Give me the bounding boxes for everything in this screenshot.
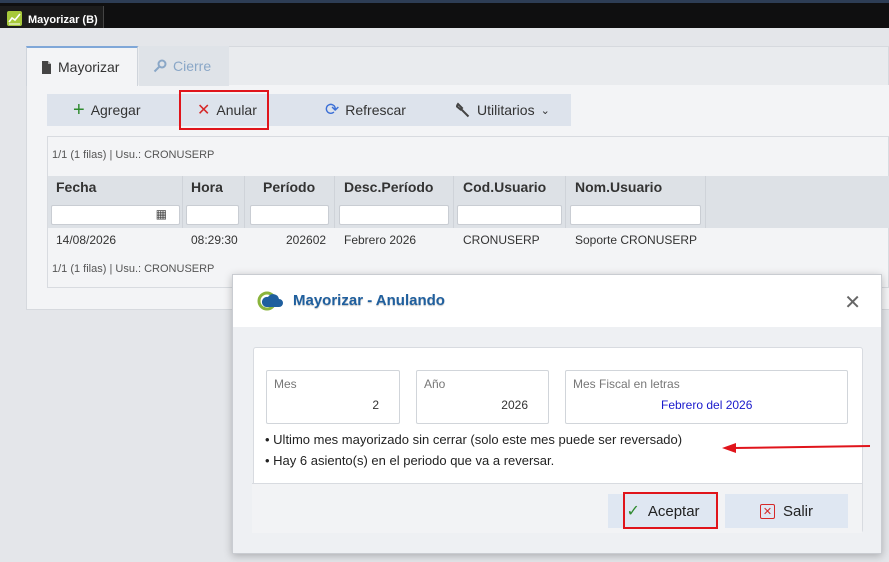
column-header-hora[interactable]: Hora [191,179,223,195]
anular-highlight [179,90,269,130]
utilities-button-label: Utilitarios [477,102,535,118]
filter-nom-usuario[interactable] [570,205,701,225]
document-icon [42,60,51,74]
tab-cierre[interactable]: Cierre [139,46,229,86]
cell-hora[interactable]: 08:29:30 [191,233,238,247]
grid-info-top: 1/1 (1 filas) | Usu.: CRONUSERP [52,149,215,161]
app-chart-icon [7,11,22,26]
close-box-icon: ✕ [759,503,775,519]
window-titlebar: Mayorizar (B) [0,0,889,28]
refresh-button-label: Refrescar [345,102,406,118]
column-header-desc-periodo[interactable]: Desc.Período [344,179,433,195]
filter-hora[interactable] [186,205,239,225]
chevron-down-icon: ⌄ [540,104,550,117]
message-asientos: • Hay 6 asiento(s) en el periodo que va … [265,453,555,468]
column-header-fecha[interactable]: Fecha [56,179,96,195]
filter-desc-periodo[interactable] [339,205,449,225]
cell-periodo[interactable]: 202602 [286,233,326,247]
anio-label: Año [424,377,446,391]
utilities-button[interactable]: Utilitarios ⌄ [455,94,550,126]
filter-cod-usuario[interactable] [457,205,562,225]
message-ultimo-mes: • Ultimo mes mayorizado sin cerrar (solo… [265,432,683,447]
column-header-cod-usuario[interactable]: Cod.Usuario [463,179,546,195]
cell-fecha[interactable]: 14/08/2026 [56,233,116,247]
add-button-label: Agregar [90,102,141,118]
tab-mayorizar-label: Mayorizar [58,59,120,75]
mes-label: Mes [274,377,297,391]
tab-cierre-label: Cierre [173,58,212,74]
filter-fecha[interactable]: ▦ [51,205,180,225]
refresh-icon: ⟳ [325,100,340,119]
mes-fiscal-value: Febrero del 2026 [661,398,753,412]
cell-desc-periodo[interactable]: Febrero 2026 [344,233,416,247]
window-title: Mayorizar (B) [28,14,98,26]
grid-info-bottom: 1/1 (1 filas) | Usu.: CRONUSERP [52,263,215,275]
tab-mayorizar[interactable]: Mayorizar [26,46,138,86]
plus-icon: + [73,99,85,121]
toolbar: + Agregar ✕ Anular ⟳ Refrescar Utilitari… [47,94,571,126]
calendar-icon[interactable]: ▦ [156,207,167,221]
mes-fiscal-label: Mes Fiscal en letras [573,377,680,391]
column-header-periodo[interactable]: Período [263,179,315,195]
cell-nom-usuario[interactable]: Soporte CRONUSERP [575,233,697,247]
annotation-arrow [722,443,871,453]
exit-button[interactable]: ✕ Salir [725,494,848,528]
mes-value: 2 [372,398,379,412]
column-header-nom-usuario[interactable]: Nom.Usuario [575,179,662,195]
cell-cod-usuario[interactable]: CRONUSERP [463,233,540,247]
anio-value: 2026 [501,398,528,412]
mes-fiscal-field[interactable]: Mes Fiscal en letras Febrero del 2026 [565,370,848,424]
window-tab[interactable]: Mayorizar (B) [0,6,104,28]
anio-field[interactable]: Año 2026 [416,370,549,424]
accept-highlight [623,492,718,529]
filter-periodo[interactable] [250,205,329,225]
mes-field[interactable]: Mes 2 [266,370,400,424]
dialog-header: Mayorizar - Anulando ✕ [233,275,881,327]
key-icon [153,59,167,73]
exit-button-label: Salir [782,502,813,520]
add-button[interactable]: + Agregar [73,94,141,126]
wrench-icon [455,102,470,118]
refresh-button[interactable]: ⟳ Refrescar [325,94,406,126]
dialog-close-icon[interactable]: ✕ [844,290,861,315]
dialog-title: Mayorizar - Anulando [293,292,445,309]
cloud-logo-icon [257,291,283,311]
